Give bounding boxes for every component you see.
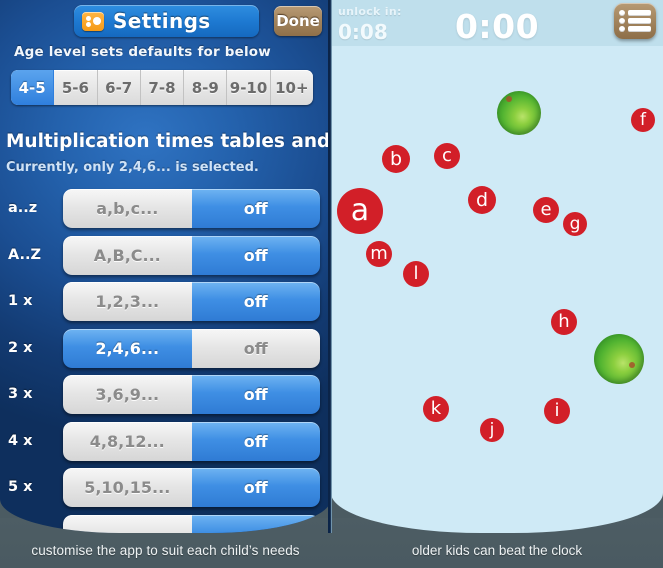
game-top-bar: unlock in: 0:08 0:00 bbox=[331, 0, 663, 46]
toggle-value-option[interactable]: 5,10,15... bbox=[63, 468, 192, 507]
letter-bubble-a[interactable]: a bbox=[337, 188, 383, 234]
letter-bubble-c[interactable]: c bbox=[434, 143, 460, 169]
toggle-off-option[interactable]: off bbox=[191, 328, 320, 368]
done-button[interactable]: Done bbox=[274, 6, 322, 36]
toggle-off-option[interactable] bbox=[191, 514, 320, 533]
settings-title-bar: Settings bbox=[74, 5, 259, 37]
row-toggle[interactable]: 3,6,9... off bbox=[63, 375, 320, 414]
toggle-value-option[interactable]: 2,4,6... bbox=[63, 328, 192, 368]
page-title: Settings bbox=[113, 9, 211, 33]
settings-row: a..z a,b,c... off bbox=[0, 185, 331, 232]
green-ball[interactable] bbox=[497, 91, 541, 135]
toggle-value-option[interactable]: 1,2,3... bbox=[63, 282, 192, 321]
game-screen: unlock in: 0:08 0:00 abcd e f g h i j k lm bbox=[331, 0, 663, 533]
letter-bubble-l[interactable]: l bbox=[403, 261, 429, 287]
letter-bubble-m[interactable]: m bbox=[366, 241, 392, 267]
settings-row: 3 x 3,6,9... off bbox=[0, 371, 331, 418]
row-toggle[interactable]: A,B,C... off bbox=[63, 235, 320, 275]
toggle-value-option[interactable] bbox=[63, 514, 192, 533]
toggle-off-option[interactable]: off bbox=[191, 468, 320, 507]
age-option-9-10[interactable]: 9-10 bbox=[227, 70, 271, 105]
settings-row: 4 x 4,8,12... off bbox=[0, 418, 331, 465]
settings-row: A..Z A,B,C... off bbox=[0, 232, 331, 279]
right-caption: older kids can beat the clock bbox=[411, 543, 583, 558]
settings-row: 2 x 2,4,6... off bbox=[0, 325, 331, 372]
age-level-segmented-control[interactable]: 4-5 5-6 6-7 7-8 8-9 9-10 10+ bbox=[11, 70, 313, 105]
app-screenshot: Settings Done Age level sets defaults fo… bbox=[0, 0, 663, 568]
row-toggle[interactable]: a,b,c... off bbox=[63, 189, 320, 228]
letter-bubble-d[interactable]: d bbox=[468, 186, 496, 214]
toggle-off-option[interactable]: off bbox=[191, 189, 320, 228]
row-toggle[interactable]: 1,2,3... off bbox=[63, 282, 320, 321]
settings-row bbox=[0, 511, 331, 534]
section-subheading: Currently, only 2,4,6... is selected. bbox=[6, 160, 259, 175]
settings-row: 1 x 1,2,3... off bbox=[0, 278, 331, 325]
row-label: 2 x bbox=[8, 339, 33, 356]
age-option-10+[interactable]: 10+ bbox=[271, 70, 313, 105]
green-ball[interactable] bbox=[594, 334, 644, 384]
toggle-value-option[interactable]: A,B,C... bbox=[63, 235, 192, 275]
settings-gear-icon bbox=[82, 11, 104, 31]
row-toggle[interactable]: 5,10,15... off bbox=[63, 468, 320, 507]
settings-screen: Settings Done Age level sets defaults fo… bbox=[0, 0, 331, 533]
row-toggle[interactable]: 2,4,6... off bbox=[63, 328, 320, 368]
ball-speck-icon bbox=[629, 362, 635, 368]
age-option-5-6[interactable]: 5-6 bbox=[54, 70, 98, 105]
row-label: a..z bbox=[8, 200, 38, 217]
letter-bubble-b[interactable]: b bbox=[382, 145, 410, 173]
toggle-value-option[interactable]: 3,6,9... bbox=[63, 375, 192, 414]
toggle-off-option[interactable]: off bbox=[191, 235, 320, 275]
settings-row-list: a..z a,b,c... off A..Z A,B,C... off 1 x 1,2,3..… bbox=[0, 185, 331, 533]
letter-bubble-h[interactable]: h bbox=[551, 309, 577, 335]
age-option-6-7[interactable]: 6-7 bbox=[98, 70, 141, 105]
ball-speck-icon bbox=[506, 96, 512, 102]
letter-bubble-j[interactable]: j bbox=[480, 418, 504, 442]
row-toggle[interactable] bbox=[63, 514, 320, 533]
left-panel-settings: Settings Done Age level sets defaults fo… bbox=[0, 0, 331, 568]
left-caption: customise the app to suit each child’s n… bbox=[31, 543, 300, 558]
age-option-7-8[interactable]: 7-8 bbox=[141, 70, 185, 105]
toggle-value-option[interactable]: 4,8,12... bbox=[63, 421, 192, 461]
letter-bubble-e[interactable]: e bbox=[533, 197, 559, 223]
row-toggle[interactable]: 4,8,12... off bbox=[63, 421, 320, 461]
panel-divider bbox=[328, 0, 332, 533]
letter-bubble-g[interactable]: g bbox=[563, 212, 587, 236]
list-menu-icon[interactable] bbox=[614, 3, 656, 39]
row-label bbox=[8, 511, 60, 534]
section-heading: Multiplication times tables and a to z bbox=[6, 131, 331, 152]
toggle-off-option[interactable]: off bbox=[191, 282, 320, 321]
row-label: 5 x bbox=[8, 479, 33, 496]
row-label: A..Z bbox=[8, 246, 42, 263]
settings-row: 5 x 5,10,15... off bbox=[0, 464, 331, 511]
right-panel-game: unlock in: 0:08 0:00 abcd e f g h i j k lm older… bbox=[331, 0, 663, 568]
toggle-off-option[interactable]: off bbox=[191, 375, 320, 414]
toggle-off-option[interactable]: off bbox=[191, 421, 320, 461]
age-option-4-5[interactable]: 4-5 bbox=[11, 70, 55, 105]
toggle-value-option[interactable]: a,b,c... bbox=[63, 189, 192, 228]
age-level-label: Age level sets defaults for below bbox=[14, 44, 271, 60]
row-label: 3 x bbox=[8, 386, 33, 403]
letter-bubble-i[interactable]: i bbox=[544, 398, 570, 424]
row-label: 4 x bbox=[8, 432, 33, 449]
age-option-8-9[interactable]: 8-9 bbox=[184, 70, 228, 105]
letter-bubble-k[interactable]: k bbox=[423, 396, 449, 422]
letter-bubble-f[interactable]: f bbox=[631, 108, 655, 132]
row-label: 1 x bbox=[8, 293, 33, 310]
